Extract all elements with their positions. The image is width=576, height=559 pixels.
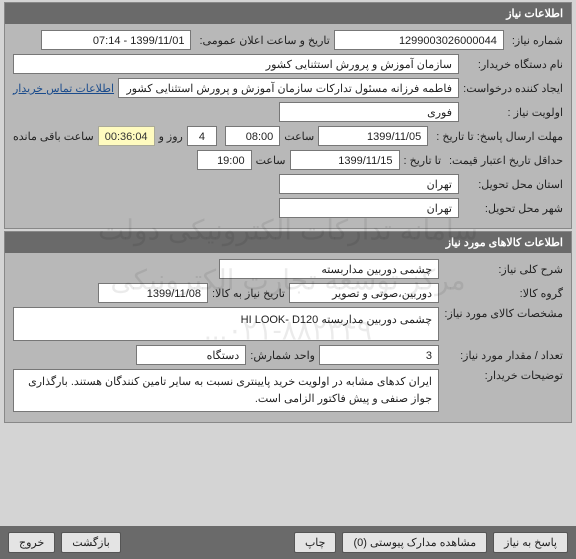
desc-field: چشمی دوربین مداربسته	[219, 259, 439, 279]
deadline-date-field: 1399/11/05	[318, 126, 428, 146]
exit-button[interactable]: خروج	[8, 532, 55, 553]
unit-label: واحد شمارش:	[250, 349, 315, 362]
unit-field: دستگاه	[136, 345, 246, 365]
delivery-city-field: تهران	[279, 198, 459, 218]
validity-time-field: 19:00	[197, 150, 252, 170]
delivery-province-field: تهران	[279, 174, 459, 194]
priority-field: فوری	[279, 102, 459, 122]
announce-label: تاریخ و ساعت اعلان عمومی:	[195, 34, 329, 47]
delivery-city-label: شهر محل تحویل:	[463, 202, 563, 215]
qty-field: 3	[319, 345, 439, 365]
goods-info-header: اطلاعات کالاهای مورد نیاز	[5, 232, 571, 253]
remaining-label: ساعت باقی مانده	[13, 130, 94, 143]
countdown-field: 00:36:04	[98, 126, 155, 146]
time-label-2: ساعت	[256, 154, 286, 167]
notes-field: ایران کدهای مشابه در اولویت خرید پایینتر…	[13, 369, 439, 412]
notes-label: توضیحات خریدار:	[443, 369, 563, 382]
back-button[interactable]: بازگشت	[61, 532, 121, 553]
creator-label: ایجاد کننده درخواست:	[463, 82, 563, 95]
need-info-panel: اطلاعات نیاز شماره نیاز: 129900302600004…	[4, 2, 572, 229]
spec-label: مشخصات کالای مورد نیاز:	[443, 307, 563, 320]
contact-link[interactable]: اطلاعات تماس خریدار	[13, 82, 114, 95]
goods-info-panel: اطلاعات کالاهای مورد نیاز شرح کلی نیاز: …	[4, 231, 572, 423]
group-label: گروه کالا:	[443, 287, 563, 300]
time-label-1: ساعت	[284, 130, 314, 143]
respond-button[interactable]: پاسخ به نیاز	[493, 532, 568, 553]
deadline-label: مهلت ارسال پاسخ: تا تاریخ :	[432, 130, 563, 143]
print-button[interactable]: چاپ	[294, 532, 337, 553]
group-field: دوربین،صوتی و تصویر	[289, 283, 439, 303]
attachments-button[interactable]: مشاهده مدارک پیوستی (0)	[342, 532, 487, 553]
need-info-header: اطلاعات نیاز	[5, 3, 571, 24]
qty-label: تعداد / مقدار مورد نیاز:	[443, 349, 563, 362]
footer-bar: پاسخ به نیاز مشاهده مدارک پیوستی (0) چاپ…	[0, 526, 576, 559]
announce-field: 1399/11/01 - 07:14	[41, 30, 191, 50]
priority-label: اولویت نیاز :	[463, 106, 563, 119]
need-to-date-label: تاریخ نیاز به کالا:	[212, 287, 285, 300]
days-field: 4	[187, 126, 217, 146]
need-to-date-field: 1399/11/08	[98, 283, 208, 303]
need-number-label: شماره نیاز:	[508, 34, 563, 47]
validity-label: حداقل تاریخ اعتبار قیمت:	[445, 154, 563, 167]
desc-label: شرح کلی نیاز:	[443, 263, 563, 276]
days-label: روز و	[159, 130, 183, 143]
validity-to-label: تا تاریخ :	[404, 154, 441, 167]
creator-field: فاطمه فرزانه مسئول تدارکات سازمان آموزش …	[118, 78, 459, 98]
buyer-label: نام دستگاه خریدار:	[463, 58, 563, 71]
delivery-province-label: استان محل تحویل:	[463, 178, 563, 191]
deadline-time-field: 08:00	[225, 126, 280, 146]
buyer-field: سازمان آموزش و پرورش استثنایی کشور	[13, 54, 459, 74]
need-number-field: 1299003026000044	[334, 30, 504, 50]
spec-field: چشمی دوربین مداربسته HI LOOK- D120	[13, 307, 439, 341]
validity-date-field: 1399/11/15	[290, 150, 400, 170]
